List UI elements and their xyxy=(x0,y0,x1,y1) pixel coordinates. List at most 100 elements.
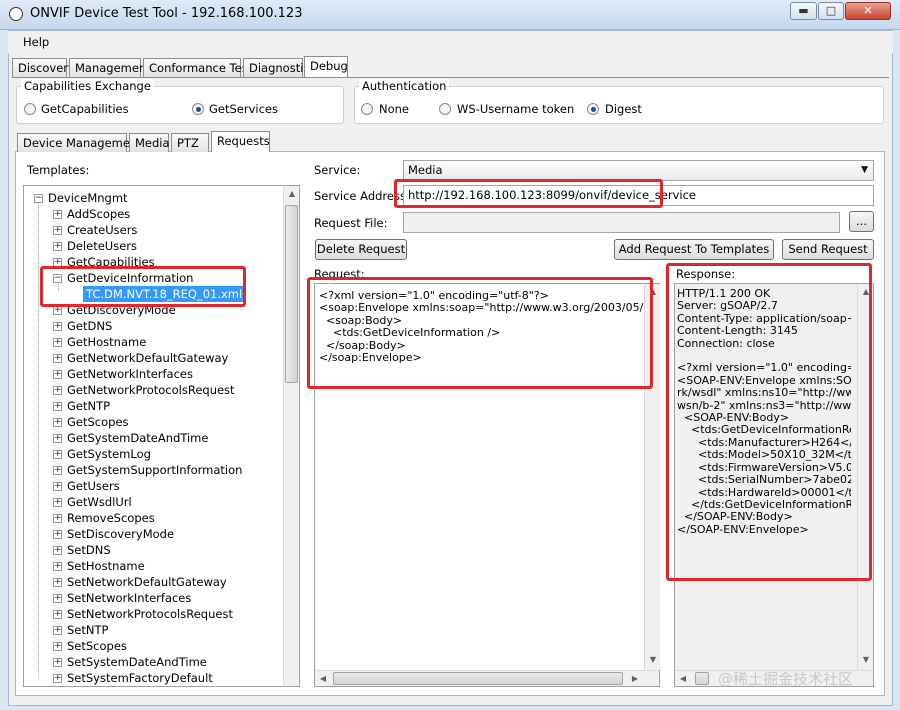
expand-icon[interactable]: + xyxy=(53,434,62,443)
expand-icon[interactable]: + xyxy=(53,450,62,459)
expand-icon[interactable]: + xyxy=(53,658,62,667)
expand-icon[interactable]: + xyxy=(53,594,62,603)
getservices-radio[interactable] xyxy=(192,103,204,115)
main-tabs-baseline xyxy=(12,77,889,78)
response-text: HTTP/1.1 200 OK Server: gSOAP/2.7 Conten… xyxy=(677,288,851,536)
tab-discovery[interactable]: Discovery xyxy=(12,58,75,77)
request-vscroll[interactable]: ▲ ▼ xyxy=(644,284,660,670)
expand-icon[interactable]: + xyxy=(53,546,62,555)
expand-icon[interactable]: + xyxy=(53,306,62,315)
tree-item-label: RemoveScopes xyxy=(67,511,155,525)
collapse-icon[interactable]: − xyxy=(53,274,62,283)
response-vscroll[interactable]: ▲ ▼ xyxy=(857,284,873,670)
expand-icon[interactable]: + xyxy=(53,498,62,507)
scroll-up-icon[interactable]: ▲ xyxy=(645,284,661,300)
expand-icon[interactable]: + xyxy=(53,466,62,475)
templates-label: Templates: xyxy=(27,163,90,177)
tab-ptz[interactable]: PTZ xyxy=(171,133,209,152)
expand-icon[interactable]: + xyxy=(53,514,62,523)
expand-icon[interactable]: + xyxy=(53,210,62,219)
tree-item-label: GetNetworkInterfaces xyxy=(67,367,193,381)
request-file-input[interactable] xyxy=(403,212,840,233)
request-file-label: Request File: xyxy=(314,216,388,230)
tree-item-label-selected: TC.DM.NVT.18_REQ_01.xml xyxy=(83,286,246,302)
expand-icon[interactable]: + xyxy=(53,258,62,267)
request-hscroll[interactable]: ◀ ▶ xyxy=(315,670,659,686)
tab-requests[interactable]: Requests xyxy=(211,131,270,152)
templates-tree[interactable]: − DeviceMngmt + AddScopes + CreateUsers + Del… xyxy=(23,185,300,687)
scroll-down-icon[interactable]: ▼ xyxy=(645,652,661,668)
service-address-input[interactable]: http://192.168.100.123:8099/onvif/device… xyxy=(403,185,874,206)
auth-wsusername-radio[interactable] xyxy=(439,103,451,115)
getcapabilities-label[interactable]: GetCapabilities xyxy=(41,102,129,116)
menu-bar xyxy=(8,31,893,53)
tree-item-label: GetDeviceInformation xyxy=(67,271,194,285)
expand-icon[interactable]: + xyxy=(53,578,62,587)
getservices-label[interactable]: GetServices xyxy=(209,102,278,116)
tree-item-label: SetSystemDateAndTime xyxy=(67,655,207,669)
scroll-up-icon[interactable]: ▲ xyxy=(858,284,874,300)
menu-help[interactable]: Help xyxy=(23,35,49,49)
close-button[interactable]: ✕ xyxy=(845,2,891,20)
scroll-down-icon[interactable]: ▼ xyxy=(858,652,874,668)
add-request-to-templates-button[interactable]: Add Request To Templates xyxy=(614,239,774,260)
tab-conformance-test[interactable]: Conformance Test xyxy=(143,58,252,77)
response-label: Response: xyxy=(676,267,736,281)
service-label: Service: xyxy=(314,163,361,177)
browse-button[interactable]: ... xyxy=(849,211,874,232)
expand-icon[interactable]: + xyxy=(53,626,62,635)
expand-icon[interactable]: + xyxy=(53,386,62,395)
tree-scroll-thumb[interactable] xyxy=(285,205,298,383)
tree-scrollbar[interactable]: ▲ xyxy=(283,186,299,686)
expand-icon[interactable]: + xyxy=(53,610,62,619)
tree-item-label: GetSystemSupportInformation xyxy=(67,463,243,477)
scroll-left-icon[interactable]: ◀ xyxy=(675,671,691,687)
tree-item-label: GetDNS xyxy=(67,319,113,333)
expand-icon[interactable]: + xyxy=(53,338,62,347)
tree-item-label: GetNTP xyxy=(67,399,111,413)
tree-item-label: AddScopes xyxy=(67,207,131,221)
expand-icon[interactable]: + xyxy=(53,370,62,379)
minimize-button[interactable]: ▬ xyxy=(790,2,817,20)
getcapabilities-radio[interactable] xyxy=(24,103,36,115)
expand-icon[interactable]: + xyxy=(53,226,62,235)
tab-media[interactable]: Media xyxy=(129,133,170,152)
request-textarea[interactable]: <?xml version="1.0" encoding="utf-8"?> <… xyxy=(314,283,660,687)
tab-device-management[interactable]: Device Management xyxy=(17,133,142,152)
window-title: ONVIF Device Test Tool - 192.168.100.123 xyxy=(30,6,303,21)
delete-request-button[interactable]: Delete Request xyxy=(315,239,407,260)
response-hscroll-thumb[interactable] xyxy=(695,672,709,685)
tree-item-label: GetDiscoveryMode xyxy=(67,303,176,317)
maximize-button[interactable]: □ xyxy=(818,2,844,20)
expand-icon[interactable]: + xyxy=(53,418,62,427)
auth-digest-label[interactable]: Digest xyxy=(605,102,642,116)
tree-item-label: GetSystemDateAndTime xyxy=(67,431,209,445)
scroll-right-icon[interactable]: ▶ xyxy=(627,671,643,687)
auth-none-label[interactable]: None xyxy=(379,102,409,116)
expand-icon[interactable]: + xyxy=(53,530,62,539)
tab-management[interactable]: Management xyxy=(69,58,151,77)
request-hscroll-thumb[interactable] xyxy=(333,672,623,685)
auth-none-radio[interactable] xyxy=(361,103,373,115)
expand-icon[interactable]: + xyxy=(53,354,62,363)
expand-icon[interactable]: + xyxy=(53,642,62,651)
expand-icon[interactable]: + xyxy=(53,562,62,571)
collapse-icon[interactable]: − xyxy=(34,194,43,203)
tree-guide-root xyxy=(38,198,39,678)
expand-icon[interactable]: + xyxy=(53,482,62,491)
send-request-button[interactable]: Send Request xyxy=(782,239,874,260)
tree-item-label: GetWsdlUrl xyxy=(67,495,132,509)
tree-item-label: GetScopes xyxy=(67,415,129,429)
scroll-left-icon[interactable]: ◀ xyxy=(315,671,331,687)
tab-debug[interactable]: Debug xyxy=(304,56,348,77)
response-textarea[interactable]: HTTP/1.1 200 OK Server: gSOAP/2.7 Conten… xyxy=(674,283,874,687)
expand-icon[interactable]: + xyxy=(53,242,62,251)
expand-icon[interactable]: + xyxy=(53,674,62,683)
service-select[interactable]: Media ▼ xyxy=(403,160,874,181)
auth-wsusername-label[interactable]: WS-Username token xyxy=(457,102,574,116)
tab-diagnostic[interactable]: Diagnostic xyxy=(243,58,310,77)
auth-digest-radio[interactable] xyxy=(587,103,599,115)
expand-icon[interactable]: + xyxy=(53,402,62,411)
scroll-up-icon[interactable]: ▲ xyxy=(284,186,299,202)
expand-icon[interactable]: + xyxy=(53,322,62,331)
